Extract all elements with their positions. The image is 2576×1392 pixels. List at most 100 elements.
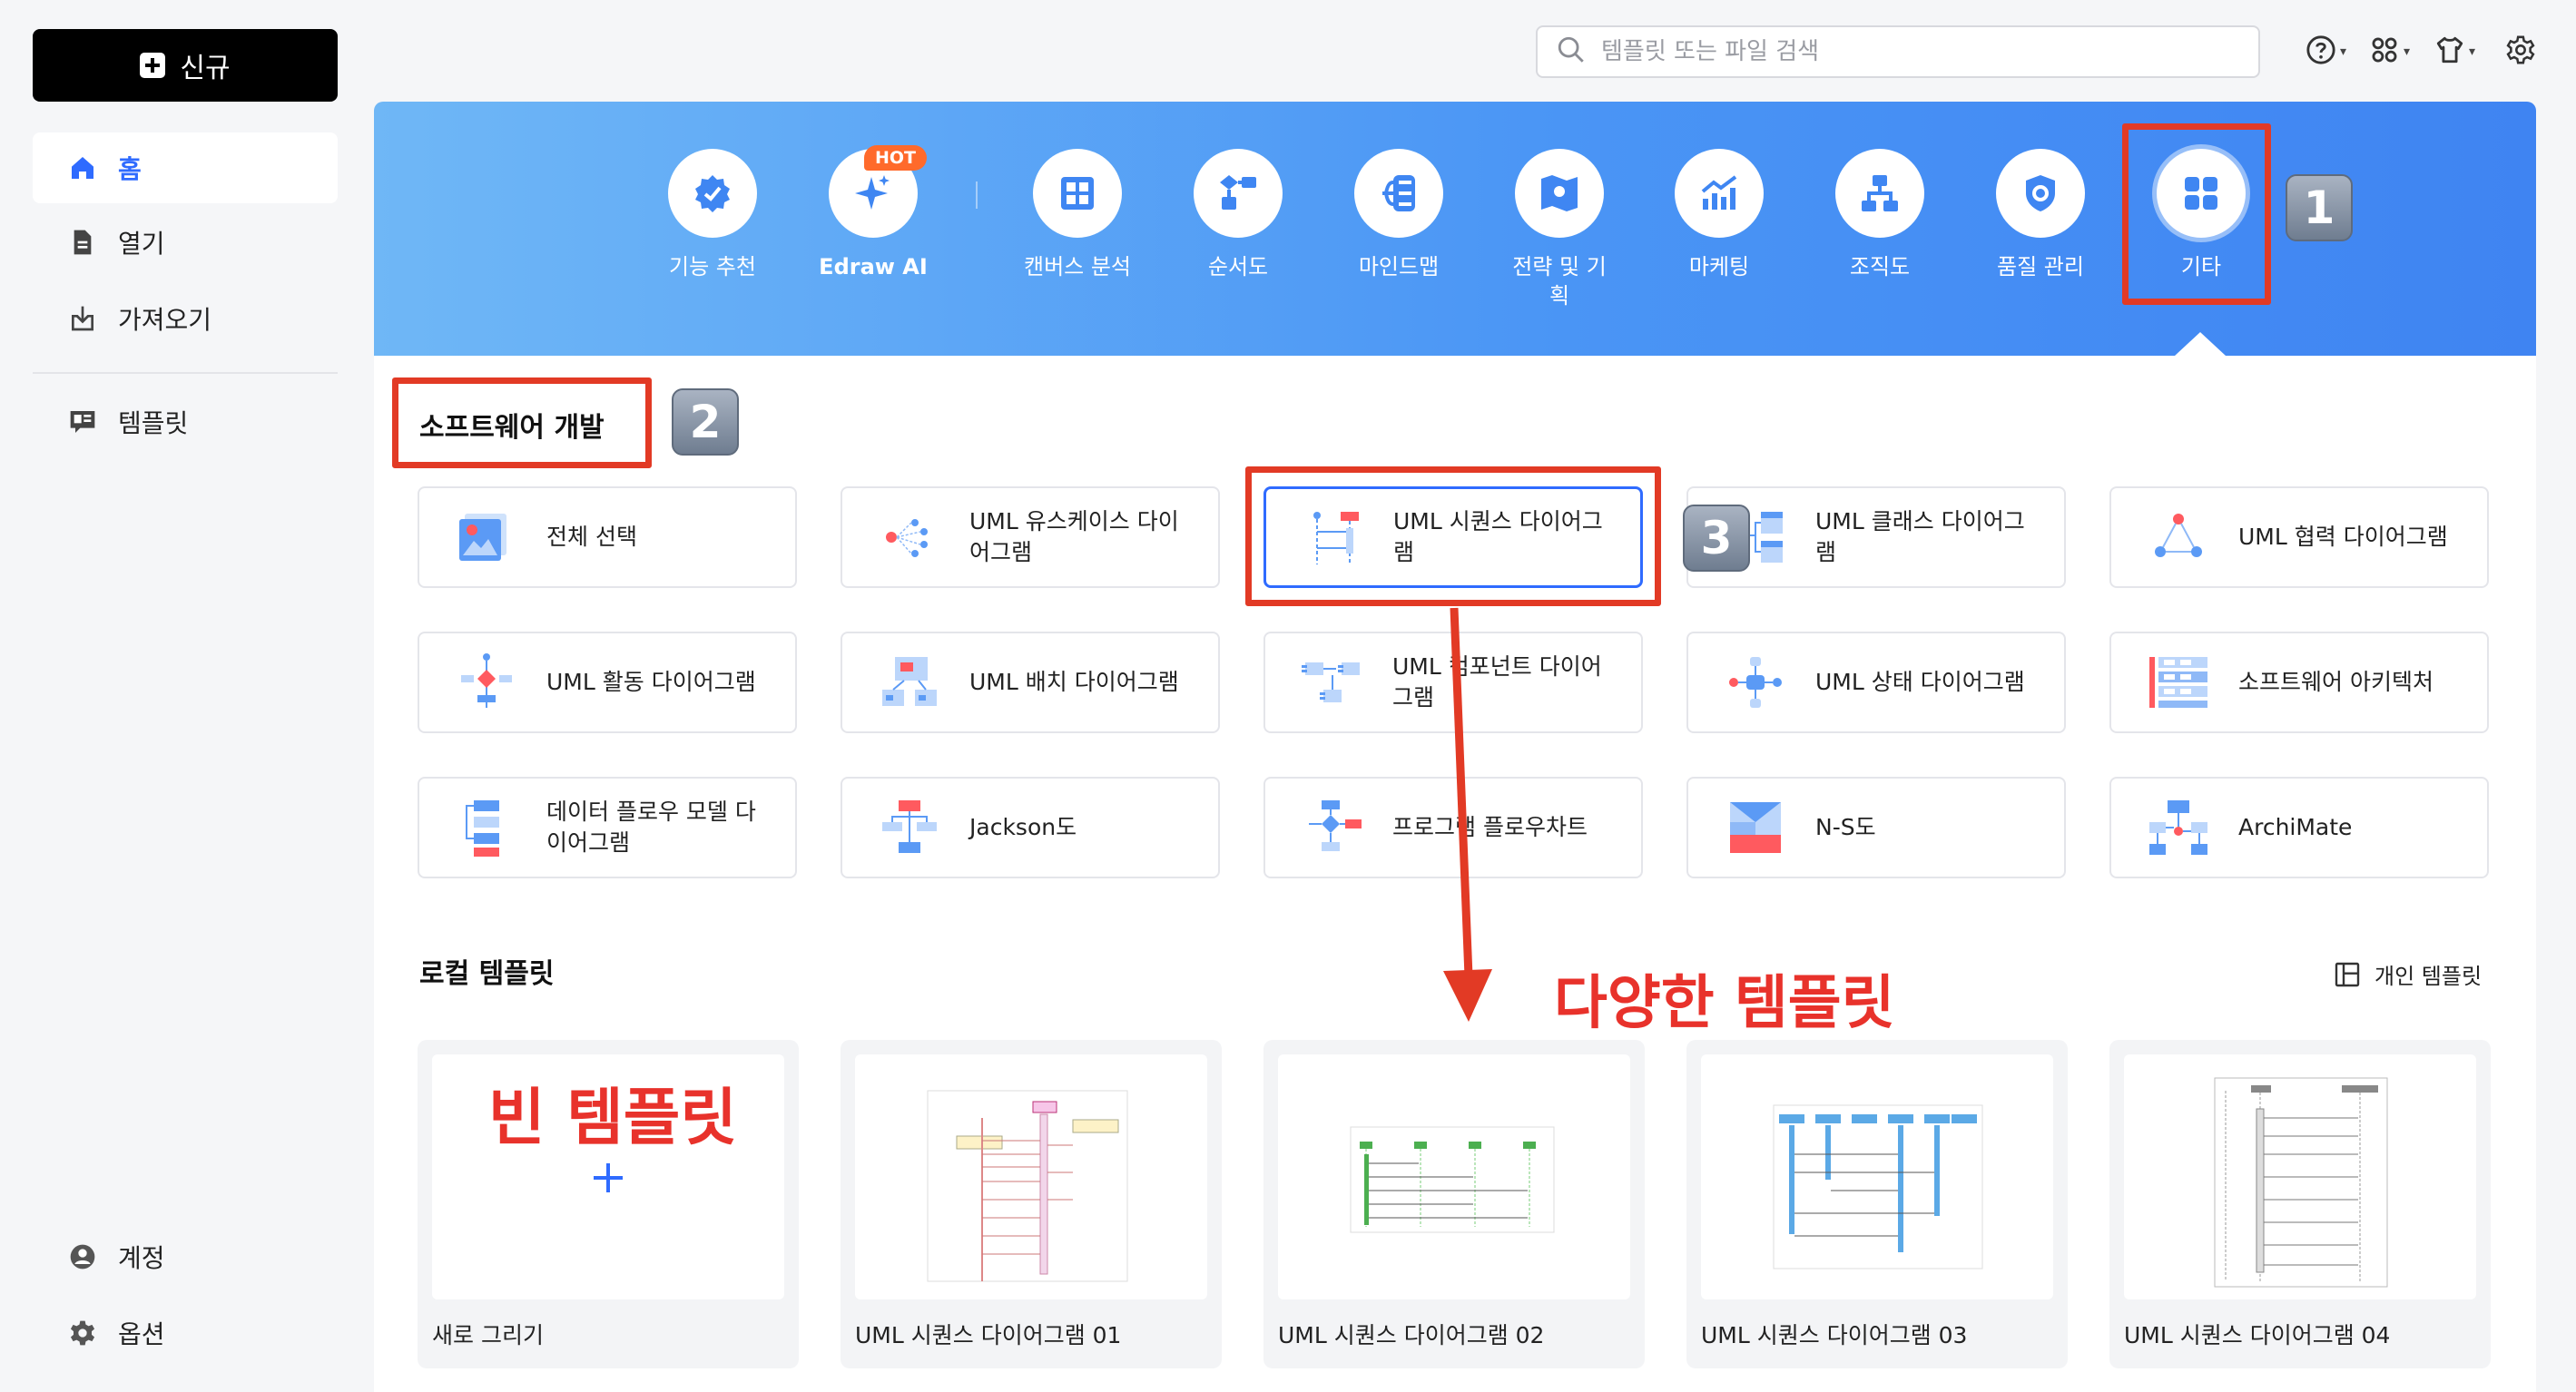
template-label: Jackson도 bbox=[969, 814, 1077, 840]
personal-templates-label: 개인 템플릿 bbox=[2374, 964, 2483, 989]
template-label: 데이터 플로우 모델 다이어그램 bbox=[546, 799, 756, 856]
component-diagram-icon bbox=[1302, 662, 1360, 702]
personal-templates-button[interactable]: 개인 템플릿 bbox=[2333, 958, 2482, 990]
template-data-flow-model[interactable]: 데이터 플로우 모델 다이어그램 bbox=[418, 777, 797, 878]
annotation-box-other bbox=[2122, 123, 2271, 305]
sequence-thumbnail-image bbox=[927, 1090, 1128, 1282]
template-thumbnail bbox=[855, 1054, 1207, 1299]
new-button[interactable]: 신규 bbox=[33, 29, 338, 102]
category-quality[interactable]: 품질 관리 bbox=[1959, 149, 2122, 281]
annotation-blank-template: 빈 템플릿 bbox=[488, 1083, 737, 1154]
category-label: 품질 관리 bbox=[1997, 254, 2084, 279]
sidebar-item-account[interactable]: 계정 bbox=[33, 1221, 338, 1292]
flowchart-icon bbox=[1194, 149, 1283, 238]
annotation-various-templates: 다양한 템플릿 bbox=[1554, 970, 1895, 1037]
template-uml-activity[interactable]: UML 활동 다이어그램 bbox=[418, 632, 797, 733]
template-label: 전체 선택 bbox=[546, 524, 637, 550]
collaboration-diagram-icon bbox=[2155, 514, 2202, 557]
category-mindmap[interactable]: 마인드맵 bbox=[1317, 149, 1480, 281]
settings-button[interactable] bbox=[2505, 31, 2536, 73]
annotation-arrow bbox=[1443, 607, 1492, 1022]
category-label: 순서도 bbox=[1207, 254, 1269, 279]
template-uml-usecase[interactable]: UML 유스케이스 다이어그램 bbox=[841, 486, 1220, 588]
category-label: 마인드맵 bbox=[1358, 254, 1440, 279]
template-ns[interactable]: N-S도 bbox=[1686, 777, 2066, 878]
data-flow-icon bbox=[466, 800, 499, 857]
usecase-diagram-icon bbox=[886, 519, 928, 557]
chevron-down-icon: ▾ bbox=[2340, 44, 2347, 59]
apps-menu[interactable]: ▾ bbox=[2369, 31, 2410, 73]
category-label-line1: 전략 및 기 bbox=[1512, 254, 1607, 279]
template-thumbnail bbox=[1701, 1054, 2053, 1299]
template-software-architecture[interactable]: 소프트웨어 아키텍처 bbox=[2109, 632, 2489, 733]
sequence-thumbnail-image bbox=[1773, 1104, 1983, 1269]
grid-icon bbox=[1033, 149, 1122, 238]
badge-star-icon bbox=[668, 149, 757, 238]
sidebar-item-label: 옵션 bbox=[118, 1319, 165, 1349]
file-icon bbox=[67, 227, 98, 258]
jackson-diagram-icon bbox=[882, 800, 937, 853]
org-chart-icon bbox=[1835, 149, 1924, 238]
sidebar-item-label: 열기 bbox=[118, 229, 165, 259]
help-menu[interactable]: ▾ bbox=[2306, 31, 2346, 73]
sidebar-item-open[interactable]: 열기 bbox=[33, 207, 338, 278]
layout-icon bbox=[2335, 962, 2360, 986]
search-input[interactable] bbox=[1601, 38, 2218, 65]
sidebar-item-import[interactable]: 가져오기 bbox=[33, 283, 338, 354]
template-card-seq-03[interactable]: UML 시퀀스 다이어그램 03 bbox=[1686, 1040, 2068, 1368]
template-thumbnail bbox=[1278, 1054, 1630, 1299]
template-select-all[interactable]: 전체 선택 bbox=[418, 486, 797, 588]
category-flowchart[interactable]: 순서도 bbox=[1156, 149, 1320, 281]
sidebar-item-home[interactable]: 홈 bbox=[33, 132, 338, 203]
image-gallery-icon bbox=[459, 514, 506, 561]
template-label: UML 협력 다이어그램 bbox=[2238, 524, 2448, 550]
architecture-icon bbox=[2149, 657, 2207, 708]
selected-pointer bbox=[2175, 332, 2226, 356]
category-label: 마케팅 bbox=[1688, 254, 1750, 279]
category-label-line2: 획 bbox=[1549, 283, 1570, 309]
category-label: 캔버스 분석 bbox=[1023, 254, 1132, 279]
template-uml-state[interactable]: UML 상태 다이어그램 bbox=[1686, 632, 2066, 733]
sidebar: 신규 홈 열기 가져오기 템플릿 계정 옵션 bbox=[0, 0, 372, 1392]
shield-icon bbox=[1996, 149, 2085, 238]
activity-diagram-icon bbox=[461, 653, 512, 708]
template-card-seq-02[interactable]: UML 시퀀스 다이어그램 02 bbox=[1263, 1040, 1645, 1368]
sequence-thumbnail-image bbox=[1350, 1126, 1555, 1233]
annotation-badge-1: 1 bbox=[2286, 174, 2353, 241]
category-label: Edraw AI bbox=[819, 254, 928, 279]
sidebar-item-options[interactable]: 옵션 bbox=[33, 1298, 338, 1368]
category-strategy[interactable]: 전략 및 기획 bbox=[1478, 149, 1641, 310]
search-bar[interactable] bbox=[1536, 25, 2260, 78]
account-icon bbox=[67, 1241, 98, 1272]
category-org-chart[interactable]: 조직도 bbox=[1798, 149, 1961, 281]
template-label: UML 클래스 다이어그램 bbox=[1815, 508, 2025, 565]
category-recommended[interactable]: 기능 추천 bbox=[631, 149, 794, 281]
template-uml-deployment[interactable]: UML 배치 다이어그램 bbox=[841, 632, 1220, 733]
template-card-seq-04[interactable]: UML 시퀀스 다이어그램 04 bbox=[2109, 1040, 2491, 1368]
import-icon bbox=[67, 303, 98, 334]
sidebar-item-templates[interactable]: 템플릿 bbox=[33, 387, 338, 457]
annotation-box-sequence bbox=[1245, 466, 1661, 606]
card-caption: UML 시퀀스 다이어그램 02 bbox=[1278, 1322, 1545, 1348]
template-archimate[interactable]: ArchiMate bbox=[2109, 777, 2489, 878]
template-jackson[interactable]: Jackson도 bbox=[841, 777, 1220, 878]
deployment-diagram-icon bbox=[882, 657, 937, 706]
template-card-seq-01[interactable]: UML 시퀀스 다이어그램 01 bbox=[841, 1040, 1222, 1368]
sequence-thumbnail-image bbox=[2214, 1077, 2388, 1288]
mindmap-icon bbox=[1354, 149, 1443, 238]
hot-badge: HOT bbox=[864, 145, 928, 171]
category-canvas-analysis[interactable]: 캔버스 분석 bbox=[996, 149, 1159, 281]
category-marketing[interactable]: 마케팅 bbox=[1637, 149, 1801, 281]
theme-menu[interactable]: ▾ bbox=[2434, 31, 2475, 73]
sidebar-item-label: 템플릿 bbox=[118, 408, 189, 438]
add-icon bbox=[594, 1163, 623, 1192]
sidebar-divider bbox=[33, 372, 338, 374]
card-caption: 새로 그리기 bbox=[432, 1322, 544, 1348]
category-label: 기능 추천 bbox=[669, 254, 756, 279]
new-button-label: 신규 bbox=[180, 53, 231, 84]
template-label: ArchiMate bbox=[2238, 814, 2353, 840]
help-icon bbox=[2306, 34, 2336, 69]
sidebar-item-label: 가져오기 bbox=[118, 305, 212, 335]
template-uml-collaboration[interactable]: UML 협력 다이어그램 bbox=[2109, 486, 2489, 588]
apps-icon bbox=[2369, 34, 2400, 69]
